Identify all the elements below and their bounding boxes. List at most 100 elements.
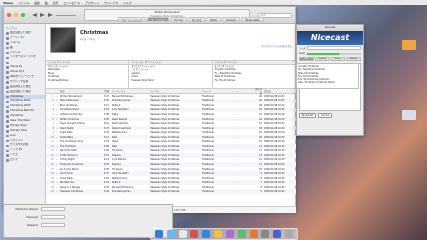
nicecast-tab[interactable]: Share — [330, 57, 346, 61]
nicecast-logo: Nicecast — [297, 31, 363, 45]
column-header[interactable]: アルバム — [149, 89, 201, 93]
dock-app-icon[interactable] — [261, 230, 270, 238]
close-icon[interactable] — [7, 13, 11, 17]
menu-item-5[interactable]: コントロール — [63, 1, 80, 5]
sidebar-item-label: Christmas 2004 — [10, 99, 31, 103]
menu-item-6[interactable]: アカウント — [85, 1, 99, 5]
menu-item-7[interactable]: ウインドウ — [104, 1, 118, 5]
dock-app-icon[interactable] — [190, 230, 199, 238]
cell-album: Hawaiian Style Christmas — [150, 176, 180, 180]
cell-plays: 14 — [259, 144, 262, 148]
next-track-icon[interactable] — [48, 13, 53, 17]
previous-track-icon[interactable] — [32, 13, 37, 17]
cell-genre: Traditional — [202, 149, 214, 153]
playlist-icon — [5, 110, 9, 114]
tab-2[interactable]: For You — [170, 17, 187, 22]
playlist-icon — [5, 51, 9, 55]
menu-item-3[interactable]: 曲 — [45, 1, 48, 5]
browser-item[interactable]: Hawaiian Style Band — [129, 79, 211, 82]
tab-6[interactable]: iTunes Store — [240, 17, 264, 22]
dock-app-icon[interactable] — [214, 230, 223, 238]
cell-genre: Traditional — [202, 144, 214, 148]
playlist-icon — [5, 105, 9, 109]
desktop-drive-icon[interactable] — [400, 110, 418, 120]
cell-plays: 29 — [259, 94, 262, 98]
cell-name: Santa Baby — [60, 135, 74, 139]
tab-5[interactable]: Connect — [222, 17, 240, 22]
menu-item-1[interactable]: ファイル — [18, 1, 29, 5]
menu-item-8[interactable]: ヘルプ — [123, 1, 131, 5]
dock-app-icon[interactable] — [178, 230, 187, 238]
volume-slider[interactable] — [56, 14, 76, 16]
column-header[interactable]: ジャンル — [201, 89, 231, 93]
cell-plays: 12 — [259, 158, 262, 162]
nicecast-tabs: Info Quality Share Effects — [297, 56, 363, 62]
dock-app-icon[interactable] — [273, 230, 282, 238]
dock-app-icon[interactable] — [285, 230, 294, 238]
menu-item-0[interactable]: iTunes — [3, 1, 13, 5]
playlist-icon — [5, 71, 9, 74]
column-header[interactable]: レート — [231, 89, 253, 93]
minimize-icon[interactable] — [14, 13, 18, 17]
dock-app-icon[interactable] — [225, 230, 234, 238]
cell-artist: Makaha Sons — [112, 131, 128, 135]
menu-item-2[interactable]: 編集 — [34, 1, 40, 5]
dock-app-icon[interactable] — [202, 230, 211, 238]
nicecast-tab[interactable]: Effects — [346, 57, 361, 61]
column-header[interactable]: 名前 — [59, 89, 99, 93]
browser-item[interactable]: Fun The Christmas — [213, 79, 295, 82]
cell-plays: 15 — [259, 140, 262, 144]
show-all-items-button[interactable]: すべてのアイテムを表示する — [261, 44, 292, 48]
cell-plays: 19 — [259, 112, 262, 116]
source-select[interactable] — [307, 46, 361, 50]
column-header[interactable]: 時間 — [99, 89, 111, 93]
cell-album: Hawaiian Style Christmas — [150, 153, 180, 157]
table-row[interactable]: 22 ✓ Hawaiian Christmas 3:44 Pomaikai Lyman H… — [46, 189, 296, 195]
dock-app-icon[interactable] — [237, 230, 246, 238]
rating-icon: · · · · · — [232, 176, 239, 180]
cell-time: 3:05 — [103, 117, 109, 121]
sidebar-item[interactable]: ロック — [4, 158, 45, 163]
list-item[interactable]: Glee: The Music Christmas Album — [298, 81, 357, 84]
nicecast-tab[interactable]: Quality — [314, 57, 330, 61]
cell-plays: 28 — [259, 103, 262, 107]
dock-app-icon[interactable] — [154, 230, 163, 238]
column-header[interactable]: 追加日 — [263, 89, 296, 93]
cell-num: 5 — [52, 112, 54, 116]
cell-genre: Traditional — [202, 158, 214, 162]
drive-icon — [402, 110, 416, 120]
cell-artist: Na Leo Pilimehana — [112, 185, 134, 189]
archive-button[interactable]: Archive — [317, 113, 333, 118]
column-header[interactable]: アーティスト — [111, 89, 149, 93]
menu-item-4[interactable]: 表示 — [53, 1, 59, 5]
text-field[interactable] — [41, 223, 65, 227]
tab-1[interactable]: プレイリスト — [146, 17, 170, 22]
rating-icon: · · · · · — [232, 135, 239, 139]
text-field[interactable] — [41, 215, 65, 219]
tab-3[interactable]: 見つける — [187, 17, 206, 22]
cell-num: 18 — [51, 172, 54, 176]
broadcast-button[interactable]: Broadcast — [299, 113, 316, 118]
tab-4[interactable]: Radio — [206, 17, 222, 22]
cell-genre: Traditional — [202, 99, 214, 103]
desktop-folder-icon[interactable] — [400, 40, 418, 50]
playlist-icon — [5, 90, 9, 94]
settings-row: Username — [4, 213, 172, 221]
dock-app-icon[interactable] — [166, 230, 175, 238]
browser-item[interactable]: Christmas/Holiday — [46, 79, 128, 82]
dock-app-icon[interactable] — [249, 230, 258, 238]
cell-name: Let It Snow — [60, 172, 73, 176]
text-field[interactable] — [41, 207, 65, 211]
cell-plays: 21 — [259, 122, 262, 126]
sidebar-item-label: Holiday Time — [10, 128, 27, 132]
tab-0[interactable]: マイ ミュージック — [118, 17, 146, 22]
level-label: Level — [299, 52, 305, 55]
cell-album: Hawaiian Style Christmas — [150, 126, 180, 130]
cell-name: Away in a Manger — [60, 185, 81, 189]
sidebar-item-label: ジャンル — [10, 50, 21, 54]
nicecast-tab[interactable]: Info — [299, 57, 314, 61]
play-icon[interactable] — [40, 13, 45, 17]
cell-num: 21 — [51, 185, 54, 189]
nicecast-buttons: Broadcast Archive — [297, 112, 363, 119]
zoom-icon[interactable] — [21, 13, 25, 17]
